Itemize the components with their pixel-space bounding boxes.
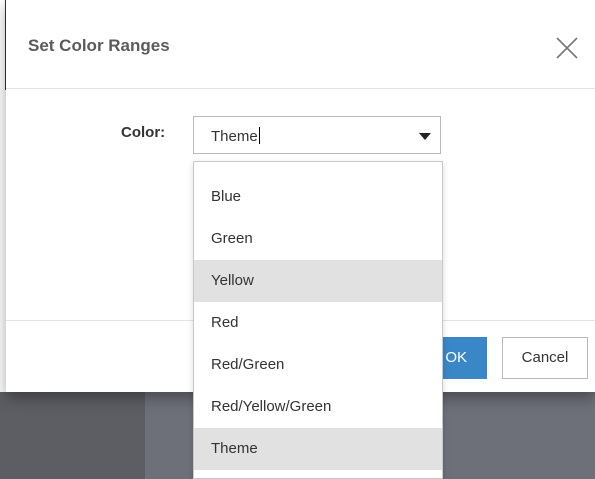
- chevron-down-icon: [419, 133, 431, 140]
- dropdown-option-red[interactable]: Red: [194, 302, 442, 344]
- color-select[interactable]: Theme: [193, 116, 441, 154]
- close-icon: [556, 37, 578, 59]
- color-form-row: Color: Theme: [6, 116, 595, 156]
- backdrop-panel: [0, 392, 145, 479]
- color-select-value: Theme: [211, 127, 260, 145]
- dropdown-option-yellow[interactable]: Yellow: [194, 260, 442, 302]
- dropdown-option-red-yellow-green[interactable]: Red/Yellow/Green: [194, 386, 442, 428]
- dropdown-option-red-green[interactable]: Red/Green: [194, 344, 442, 386]
- dropdown-option-blue[interactable]: Blue: [194, 176, 442, 218]
- close-button[interactable]: [553, 34, 581, 62]
- dialog-header: Set Color Ranges: [6, 0, 595, 89]
- cancel-button[interactable]: Cancel: [502, 337, 588, 379]
- color-dropdown-list: Blue Green Yellow Red Red/Green Red/Yell…: [193, 161, 443, 479]
- color-label: Color:: [121, 124, 166, 141]
- dropdown-option-green[interactable]: Green: [194, 218, 442, 260]
- dialog-title: Set Color Ranges: [28, 36, 170, 55]
- text-cursor: [258, 127, 260, 144]
- dropdown-option-theme[interactable]: Theme: [194, 428, 442, 470]
